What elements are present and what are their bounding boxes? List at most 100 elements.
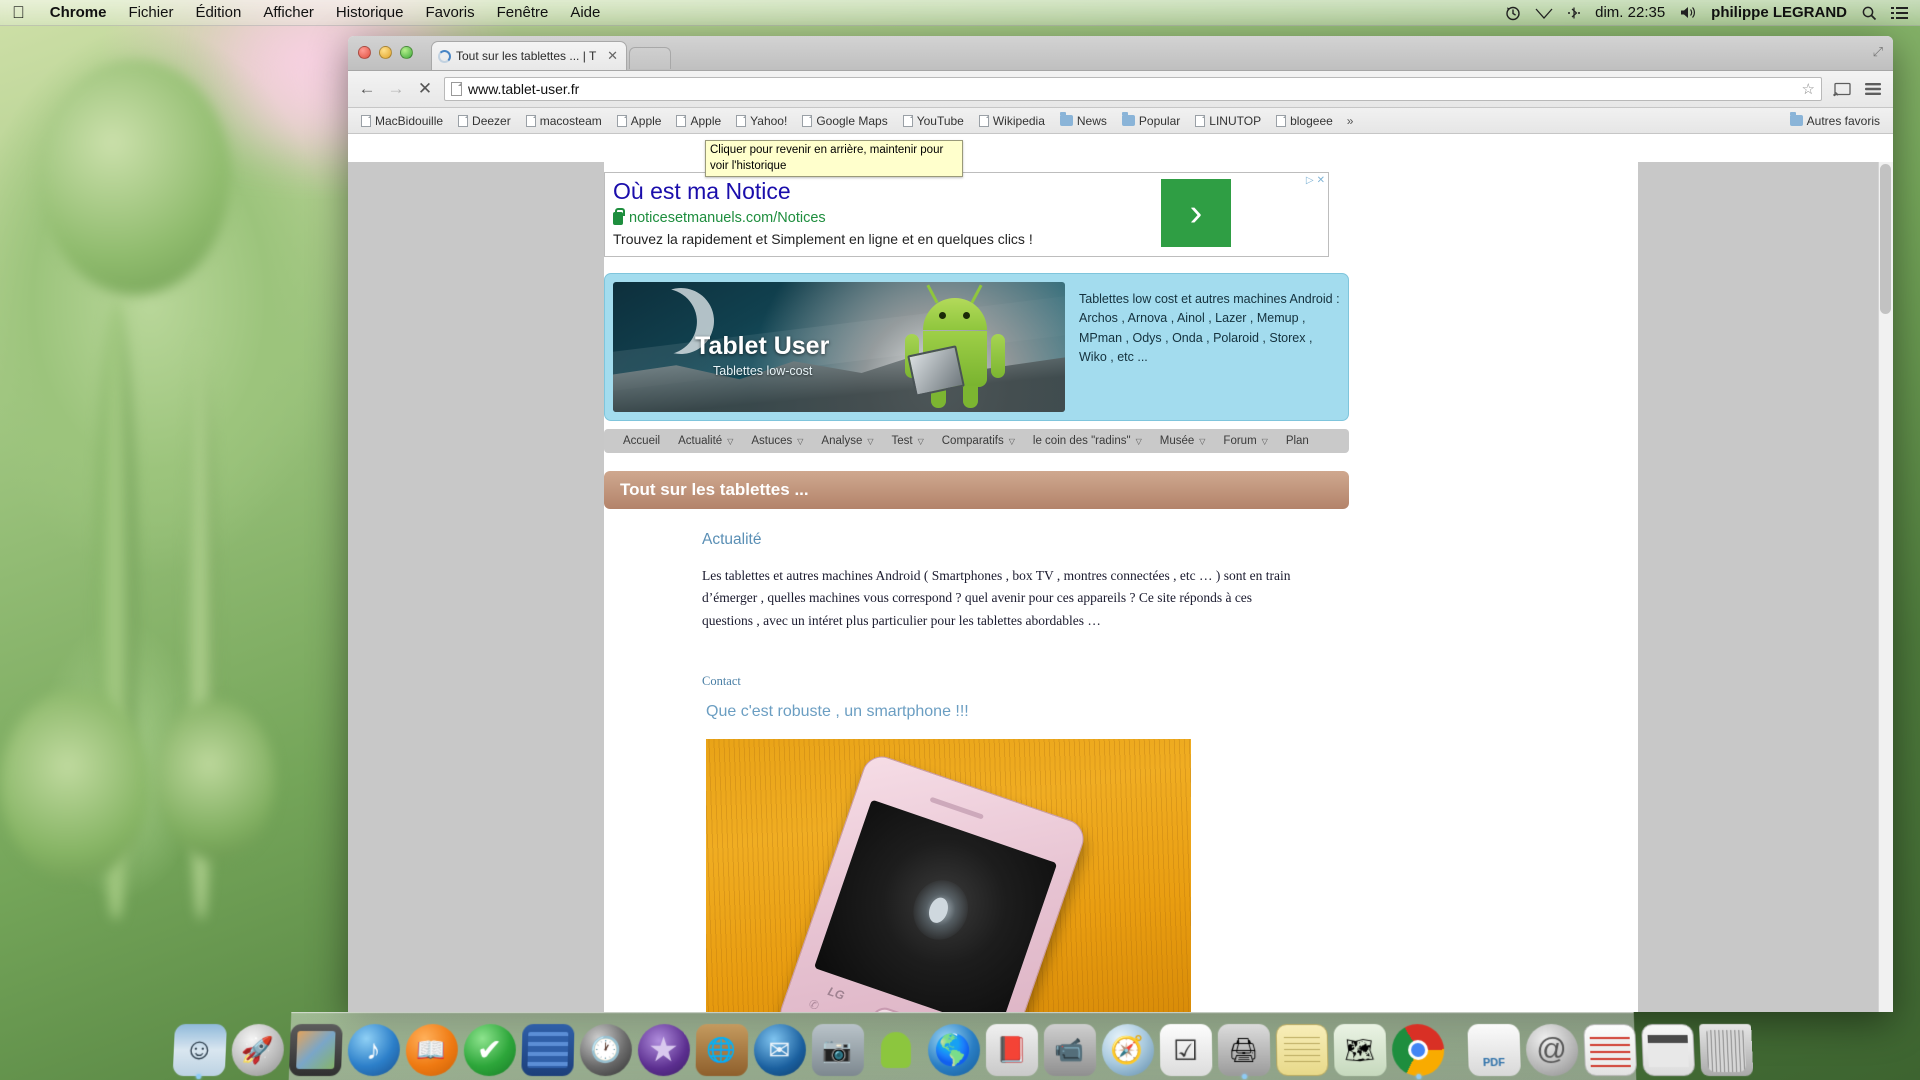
bookmark-item[interactable]: LINUTOP bbox=[1188, 112, 1268, 130]
dock-icon-facetime[interactable] bbox=[1043, 1024, 1096, 1077]
menu-item-favoris[interactable]: Favoris bbox=[414, 4, 485, 21]
nav-item-forum[interactable]: Forum ▽ bbox=[1214, 435, 1276, 447]
chrome-menu-icon[interactable] bbox=[1862, 82, 1884, 96]
tab-close-icon[interactable]: ✕ bbox=[605, 48, 620, 64]
address-bar[interactable]: www.tablet-user.fr ☆ bbox=[444, 77, 1822, 101]
menu-item-afficher[interactable]: Afficher bbox=[252, 4, 325, 21]
bluetooth-icon[interactable] bbox=[1567, 6, 1581, 20]
nav-item-test[interactable]: Test ▽ bbox=[883, 435, 933, 447]
volume-icon[interactable] bbox=[1679, 5, 1697, 20]
ad-url[interactable]: noticesetmanuels.com/Notices bbox=[629, 210, 826, 226]
bookmarks-overflow-chevron[interactable]: » bbox=[1341, 112, 1360, 130]
chevron-down-icon: ▽ bbox=[917, 436, 924, 446]
dock-minimized-window-finder[interactable] bbox=[1640, 1024, 1695, 1077]
running-indicator bbox=[1415, 1074, 1421, 1080]
bookmark-item[interactable]: Apple bbox=[669, 112, 728, 130]
dock-icon-time-machine[interactable] bbox=[578, 1024, 632, 1077]
dock-icon-mail-stack[interactable] bbox=[1524, 1024, 1579, 1077]
menu-item-fenetre[interactable]: Fenêtre bbox=[486, 4, 560, 21]
menu-bar-user-name[interactable]: philippe LEGRAND bbox=[1711, 4, 1847, 21]
bookmark-star-icon[interactable]: ☆ bbox=[1802, 80, 1815, 98]
dock-icon-sandbox-app[interactable] bbox=[695, 1024, 748, 1077]
dock-icon-itunes[interactable] bbox=[346, 1024, 401, 1077]
dock-icon-safari[interactable] bbox=[1101, 1024, 1154, 1077]
bookmark-item[interactable]: MacBidouille bbox=[354, 112, 450, 130]
notification-center-icon[interactable] bbox=[1891, 6, 1908, 20]
bookmark-item[interactable]: Yahoo! bbox=[729, 112, 794, 130]
dock-minimized-window-itunes[interactable] bbox=[1582, 1024, 1637, 1077]
mac-menu-bar:  Chrome Fichier Édition Afficher Histor… bbox=[0, 0, 1920, 26]
page-info-icon[interactable] bbox=[451, 82, 462, 96]
dock-icon-google-earth[interactable] bbox=[927, 1024, 980, 1077]
menu-item-chrome[interactable]: Chrome bbox=[39, 4, 118, 21]
nav-item-analyse[interactable]: Analyse ▽ bbox=[812, 435, 882, 447]
apple-logo-icon[interactable]:  bbox=[12, 4, 25, 21]
nav-label: Astuces bbox=[751, 435, 793, 447]
bookmark-item[interactable]: blogeee bbox=[1269, 112, 1340, 130]
dock-icon-printer[interactable] bbox=[1217, 1024, 1271, 1080]
close-window-button[interactable] bbox=[358, 46, 371, 59]
wifi-icon[interactable] bbox=[1535, 6, 1553, 20]
page-scrollbar-thumb[interactable] bbox=[1880, 164, 1891, 314]
menu-item-edition[interactable]: Édition bbox=[184, 4, 252, 21]
bookmark-doc-icon bbox=[1195, 114, 1206, 127]
zoom-window-button[interactable] bbox=[400, 46, 413, 59]
time-machine-icon[interactable] bbox=[1505, 5, 1521, 21]
bookmark-item[interactable]: YouTube bbox=[896, 112, 971, 130]
new-tab-button[interactable] bbox=[629, 47, 671, 69]
menu-bar-clock[interactable]: dim. 22:35 bbox=[1595, 4, 1665, 21]
dock-icon-thunderbird[interactable] bbox=[753, 1024, 806, 1077]
nav-item-actualite[interactable]: Actualité ▽ bbox=[669, 435, 742, 447]
site-banner-image[interactable]: Tablet User Tablettes low-cost bbox=[613, 282, 1065, 412]
bookmark-item[interactable]: Apple bbox=[610, 112, 669, 130]
bookmark-item[interactable]: Google Maps bbox=[795, 112, 894, 130]
dock-icon-mission-control[interactable] bbox=[288, 1024, 343, 1077]
ad-close-icon[interactable]: ✕ bbox=[1317, 175, 1325, 186]
dock-icon-dictionary[interactable] bbox=[985, 1024, 1038, 1077]
bookmark-folder[interactable]: News bbox=[1053, 112, 1114, 130]
dock-icon-launchpad[interactable] bbox=[230, 1024, 285, 1077]
minimize-window-button[interactable] bbox=[379, 46, 392, 59]
dock-icon-finder[interactable] bbox=[172, 1024, 227, 1080]
dock-icon-reminders[interactable] bbox=[1159, 1024, 1212, 1077]
spotlight-search-icon[interactable] bbox=[1861, 5, 1877, 21]
menu-item-fichier[interactable]: Fichier bbox=[117, 4, 184, 21]
menu-item-historique[interactable]: Historique bbox=[325, 4, 415, 21]
menu-item-aide[interactable]: Aide bbox=[559, 4, 611, 21]
nav-item-astuces[interactable]: Astuces ▽ bbox=[742, 435, 812, 447]
fullscreen-toggle-icon[interactable]: ⤢ bbox=[1873, 44, 1883, 60]
advertisement-banner[interactable]: ▷ ✕ Où est ma Notice noticesetmanuels.co… bbox=[604, 172, 1329, 257]
nav-item-musee[interactable]: Musée ▽ bbox=[1151, 435, 1215, 447]
cast-icon[interactable] bbox=[1831, 82, 1853, 97]
dock-icon-imovie[interactable] bbox=[636, 1024, 690, 1077]
dock-icon-maps[interactable] bbox=[1333, 1024, 1387, 1077]
bookmark-item[interactable]: Wikipedia bbox=[972, 112, 1052, 130]
dock-icon-checkmark-app[interactable] bbox=[462, 1024, 517, 1077]
bookmark-folder[interactable]: Popular bbox=[1115, 112, 1187, 130]
browser-tab[interactable]: Tout sur les tablettes ... | T ✕ bbox=[431, 41, 627, 70]
nav-item-coin-des-radins[interactable]: le coin des "radins" ▽ bbox=[1024, 435, 1151, 447]
dock-icon-ibooks[interactable] bbox=[404, 1024, 459, 1077]
dock-icon-iweb[interactable] bbox=[520, 1024, 574, 1077]
nav-item-comparatifs[interactable]: Comparatifs ▽ bbox=[933, 435, 1024, 447]
other-bookmarks-folder[interactable]: Autres favoris bbox=[1783, 112, 1887, 130]
bookmark-item[interactable]: Deezer bbox=[451, 112, 518, 130]
stop-loading-button[interactable]: ✕ bbox=[415, 79, 435, 99]
bookmark-doc-icon bbox=[736, 114, 747, 127]
back-button[interactable]: ← bbox=[357, 79, 377, 99]
smartphone-photo[interactable]: LG ✆ ✆ bbox=[706, 738, 1191, 1012]
nav-item-accueil[interactable]: Accueil bbox=[614, 435, 669, 447]
ad-cta-arrow-button[interactable]: › bbox=[1161, 179, 1231, 247]
bookmark-item[interactable]: macosteam bbox=[519, 112, 609, 130]
page-scrollbar-track[interactable] bbox=[1878, 162, 1893, 1012]
dock-icon-iphoto[interactable] bbox=[811, 1024, 864, 1077]
nav-item-plan[interactable]: Plan bbox=[1277, 435, 1318, 447]
dock-icon-chrome[interactable] bbox=[1390, 1024, 1445, 1080]
forward-button[interactable]: → bbox=[386, 79, 406, 99]
dock-icon-pdf-stack[interactable] bbox=[1466, 1024, 1521, 1077]
dock-icon-notes[interactable] bbox=[1275, 1024, 1329, 1077]
dock-icon-android-file-transfer[interactable] bbox=[869, 1024, 921, 1076]
ad-info-icon[interactable]: ▷ bbox=[1306, 175, 1314, 186]
contact-link[interactable]: Contact bbox=[702, 674, 1349, 689]
dock-icon-trash[interactable] bbox=[1698, 1024, 1753, 1077]
